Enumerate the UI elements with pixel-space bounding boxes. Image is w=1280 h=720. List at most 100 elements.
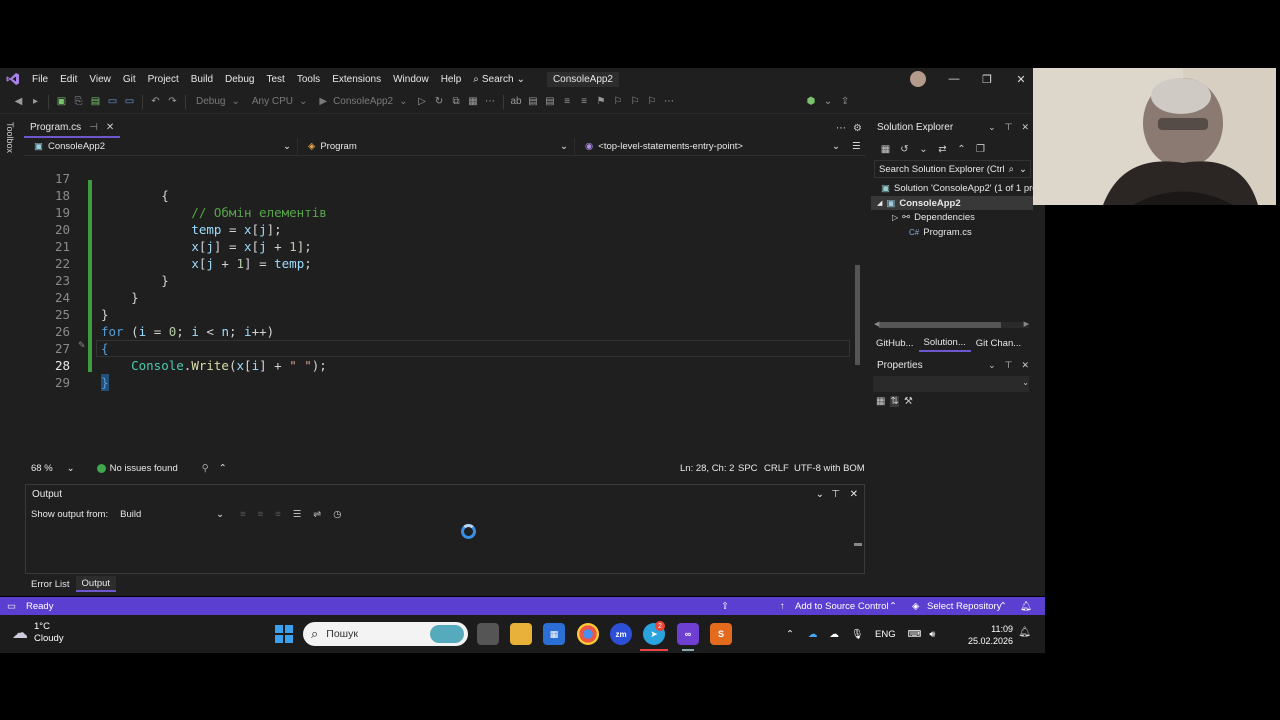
sublime-icon[interactable]: S — [710, 623, 732, 645]
code-editor[interactable]: 17 { 18 // Обмін елементів 19 temp = x[j… — [24, 156, 866, 458]
switch-views-icon[interactable]: ▦ — [877, 140, 894, 158]
layout-icon[interactable]: ▦ — [465, 93, 482, 111]
menu-edit[interactable]: Edit — [54, 74, 83, 85]
uncomment-icon[interactable]: ▤ — [542, 93, 559, 111]
start-without-debugging-icon[interactable]: ▷ — [414, 93, 431, 111]
toolbox-tab[interactable]: Toolbox — [5, 122, 15, 153]
indent-icon[interactable]: ≡ — [559, 93, 576, 111]
categorized-icon[interactable]: ▦ — [876, 396, 885, 407]
output-scroll-thumb[interactable] — [854, 543, 862, 546]
chevron-up-icon[interactable]: ⌃ — [889, 601, 897, 612]
bell-icon[interactable]: 🔔︎ — [1020, 601, 1032, 612]
input-language[interactable]: ENG — [875, 629, 896, 640]
line-endings[interactable]: CRLF — [764, 463, 789, 474]
close-tab-icon[interactable]: ✕ — [106, 122, 114, 133]
chevron-down-icon[interactable]: ⌄ — [816, 489, 824, 500]
pin-icon[interactable]: ⊤ — [1005, 122, 1013, 133]
visual-studio-logo-icon[interactable] — [0, 68, 26, 90]
chevron-up-icon[interactable]: ⌃ — [219, 463, 227, 474]
volume-icon[interactable]: 🔊︎ — [929, 629, 935, 640]
alphabetical-icon[interactable]: ⇅ — [890, 396, 899, 407]
tree-solution-node[interactable]: ▣ Solution 'ConsoleApp2' (1 of 1 pro — [871, 181, 1033, 195]
gear-icon[interactable]: ⚙ — [853, 123, 862, 134]
chevron-down-icon[interactable]: ⌄ — [820, 93, 837, 111]
project-combo[interactable]: ▣ ConsoleApp2 ⌄ — [24, 137, 298, 156]
clock[interactable]: 11:09 25.02.2026 — [968, 623, 1013, 647]
new-item-icon[interactable]: ⎘ — [70, 93, 87, 111]
file-explorer-icon[interactable] — [510, 623, 532, 645]
bookmark-icon[interactable]: ⚑ — [593, 93, 610, 111]
menu-extensions[interactable]: Extensions — [326, 74, 387, 85]
chevron-down-icon[interactable]: ⌄ — [1019, 164, 1027, 175]
pin-icon[interactable]: ⊤ — [831, 489, 840, 500]
chevron-down-icon[interactable]: ⌄ — [67, 463, 75, 474]
outdent-icon[interactable]: ≡ — [576, 93, 593, 111]
menu-build[interactable]: Build — [185, 74, 219, 85]
open-icon[interactable]: ▤ — [87, 93, 104, 111]
history-icon[interactable]: ↺ — [896, 140, 913, 158]
chevron-down-icon[interactable]: ⌄ — [915, 140, 932, 158]
tree-project-node[interactable]: ◢ ▣ ConsoleApp2 — [871, 196, 1033, 210]
browse-icon[interactable]: ⧉ — [448, 93, 465, 111]
cursor-position[interactable]: Ln: 28, Ch: 2 — [680, 463, 734, 474]
tab-git-changes[interactable]: Git Chan... — [971, 334, 1026, 352]
zoom-level[interactable]: 68 % — [31, 463, 53, 474]
menu-help[interactable]: Help — [435, 74, 468, 85]
forward-icon[interactable]: ▸ — [27, 93, 44, 111]
broom-icon[interactable]: ⚲ — [202, 463, 209, 474]
pin-icon[interactable]: ⊣ — [89, 122, 98, 133]
notification-center-icon[interactable]: 🔔︎ — [1018, 627, 1031, 638]
hot-reload-icon[interactable]: ↻ — [431, 93, 448, 111]
microphone-icon[interactable]: 🎙︎ — [851, 629, 863, 640]
select-repository-button[interactable]: Select Repository — [927, 601, 1001, 612]
output-source-select[interactable]: Build ⌄ — [116, 506, 229, 522]
prev-bookmark-icon[interactable]: ⚐ — [610, 93, 627, 111]
property-pages-icon[interactable]: ⚒ — [904, 396, 913, 407]
account-avatar[interactable] — [910, 71, 926, 87]
file-encoding[interactable]: UTF-8 with BOM — [794, 463, 865, 474]
menu-file[interactable]: File — [26, 74, 54, 85]
timestamp-icon[interactable]: ◷ — [333, 509, 341, 520]
clear-bookmarks-icon[interactable]: ⚐ — [644, 93, 661, 111]
notifications-tray-icon[interactable]: ⇪ — [721, 601, 729, 612]
live-share-icon[interactable]: ⇪ — [837, 93, 854, 111]
cloud-sync-icon[interactable]: ☁ — [829, 629, 839, 640]
more-tools-icon[interactable]: ⋯ — [482, 93, 499, 111]
menu-view[interactable]: View — [83, 74, 117, 85]
close-icon[interactable]: ✕ — [1021, 122, 1029, 133]
show-all-files-icon[interactable]: ❐ — [972, 140, 989, 158]
type-combo[interactable]: ◈ Program ⌄ — [298, 137, 575, 156]
next-bookmark-icon[interactable]: ⚐ — [627, 93, 644, 111]
chevron-down-icon[interactable]: ⌄ — [988, 360, 996, 371]
tab-github[interactable]: GitHub... — [871, 334, 919, 352]
tree-hscroll-thumb[interactable] — [879, 322, 1001, 328]
issues-status[interactable]: No issues found — [110, 463, 178, 474]
sync-icon[interactable]: ⇄ — [934, 140, 951, 158]
tree-file-node[interactable]: C# Program.cs — [871, 225, 1033, 239]
new-project-icon[interactable]: ▣ — [53, 93, 70, 111]
collapse-all-icon[interactable]: ⌃ — [953, 140, 970, 158]
find-message-icon[interactable]: ≡ — [240, 509, 246, 520]
tab-error-list[interactable]: Error List — [25, 576, 76, 592]
output-window-icon[interactable]: ▭ — [7, 601, 16, 612]
back-icon[interactable]: ◀ — [10, 93, 27, 111]
word-wrap-icon[interactable]: ⇌ — [313, 509, 321, 520]
properties-object-select[interactable] — [873, 376, 1029, 392]
save-all-icon[interactable]: ▭ — [121, 93, 138, 111]
next-message-icon[interactable]: ≡ — [275, 509, 281, 520]
platform-combo[interactable]: Any CPU ⌄ — [246, 96, 314, 107]
editor-scrollbar-thumb[interactable] — [855, 265, 860, 365]
spell-check-icon[interactable]: ab — [508, 93, 525, 111]
tab-program-cs[interactable]: Program.cs ⊣ ✕ — [24, 118, 121, 138]
scroll-left-icon[interactable]: ◀ — [874, 320, 879, 328]
tab-output[interactable]: Output — [75, 576, 117, 592]
split-window-icon[interactable]: ☰ — [852, 141, 861, 152]
minimize-icon[interactable]: — — [939, 68, 969, 90]
menu-tools[interactable]: Tools — [291, 74, 326, 85]
start-button[interactable] — [273, 623, 295, 645]
menu-git[interactable]: Git — [117, 74, 142, 85]
visual-studio-icon[interactable]: ∞ — [677, 623, 699, 645]
chrome-icon[interactable] — [577, 623, 599, 645]
close-icon[interactable]: ✕ — [850, 489, 858, 500]
toolbar-overflow-icon[interactable]: ⋯ — [661, 93, 678, 111]
